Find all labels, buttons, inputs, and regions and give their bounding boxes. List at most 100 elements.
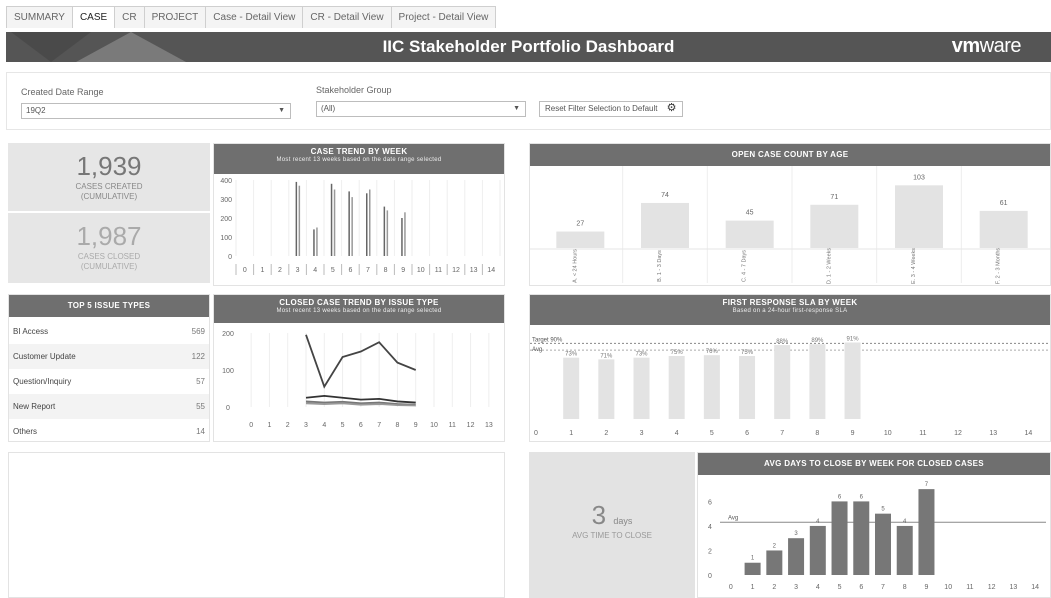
issue-row[interactable]: Question/Inquiry 57 <box>9 369 209 394</box>
open-case-age-title: OPEN CASE COUNT BY AGE <box>731 150 849 159</box>
issue-row[interactable]: Customer Update 122 <box>9 344 209 369</box>
date-range-select[interactable]: 19Q2 ▼ <box>21 103 291 119</box>
avg-days-chart: 0246Avg0 11223344566675849710 11 12 13 14 <box>708 482 1046 591</box>
filter-bar: Created Date Range 19Q2 ▼ Stakeholder Gr… <box>6 72 1051 130</box>
avg-label: Avg <box>532 347 542 353</box>
y-tick-label: 2 <box>708 548 712 555</box>
bar-value-label: 74 <box>661 192 669 199</box>
days-bar <box>831 501 848 575</box>
trend-bar <box>333 189 336 256</box>
issue-row[interactable]: New Report 55 <box>9 394 209 419</box>
x-tick-label: 2 <box>286 422 290 429</box>
x-tick-label: 7 <box>366 267 370 274</box>
x-tick-label: 9 <box>401 267 405 274</box>
sla-title: FIRST RESPONSE SLA BY WEEK <box>722 298 858 307</box>
cases-created-sublabel: (CUMULATIVE) <box>80 192 138 201</box>
y-tick-label: 400 <box>220 178 232 185</box>
closed-trend-panel: CLOSED CASE TREND BY ISSUE TYPE Most rec… <box>213 294 505 442</box>
x-tick-label: 8 <box>395 422 399 429</box>
bar-value-label: 5 <box>881 507 885 513</box>
tab-case[interactable]: CASE <box>71 6 116 28</box>
stakeholder-group-label: Stakeholder Group <box>316 85 392 95</box>
sla-subtitle: Based on a 24-hour first-response SLA <box>732 308 848 314</box>
tab-cr-detail-view[interactable]: CR - Detail View <box>302 6 392 28</box>
case-trend-title: CASE TREND BY WEEK <box>310 147 408 156</box>
issue-name: New Report <box>13 402 56 411</box>
bar-value-label: 75% <box>671 350 684 356</box>
x-tick-label: 12 <box>954 430 962 437</box>
cases-created-label: CASES CREATED <box>75 182 143 191</box>
x-category-label: E. 3 - 4 Weeks <box>911 248 917 284</box>
x-tick-label: 14 <box>1031 584 1039 591</box>
x-tick-label: 3 <box>304 422 308 429</box>
age-bar <box>641 202 689 248</box>
cases-closed-sublabel: (CUMULATIVE) <box>80 262 138 271</box>
age-bar <box>810 204 859 248</box>
tab-project[interactable]: PROJECT <box>143 6 207 28</box>
gear-icon: ⚙ <box>666 102 677 114</box>
bar-value-label: 61 <box>1000 200 1008 207</box>
open-case-age-chart: 27 A. < 24 Hours 74 B. 1 - 3 Days 45 C. 4 - 7… <box>530 166 1050 284</box>
bar-value-label: 76% <box>706 349 719 355</box>
sla-panel: FIRST RESPONSE SLA BY WEEK Based on a 24… <box>529 294 1051 442</box>
bar-value-label: 45 <box>746 210 754 217</box>
bar-value-label: 7 <box>925 482 929 488</box>
sla-header: FIRST RESPONSE SLA BY WEEK Based on a 24… <box>530 295 1050 325</box>
x-tick-label: 5 <box>331 267 335 274</box>
stakeholder-group-value: (All) <box>321 104 336 113</box>
case-trend-panel: CASE TREND BY WEEK Most recent 13 weeks … <box>213 143 505 286</box>
top-issues-header: TOP 5 ISSUE TYPES <box>9 295 209 317</box>
x-tick-label: 14 <box>487 267 495 274</box>
trend-bar <box>295 181 298 256</box>
closed-trend-header: CLOSED CASE TREND BY ISSUE TYPE Most rec… <box>214 295 504 323</box>
y-tick-label: 4 <box>708 524 712 531</box>
trend-bar <box>351 197 353 256</box>
age-bar <box>895 185 943 248</box>
tab-summary[interactable]: SUMMARY <box>6 6 73 28</box>
bar-value-label: 2 <box>773 543 777 549</box>
tab-cr[interactable]: CR <box>114 6 145 28</box>
case-trend-chart: 01002003004000 1 2 3 4 5 6 7 8 9 10 11 12 13 14 <box>220 178 501 275</box>
chevron-down-icon: ▼ <box>278 107 285 114</box>
tab-project-detail-view[interactable]: Project - Detail View <box>390 6 497 28</box>
x-tick-label: 11 <box>966 584 973 591</box>
reset-filters-button[interactable]: Reset Filter Selection to Default ⚙ <box>539 101 683 117</box>
avg-days-title: AVG DAYS TO CLOSE BY WEEK FOR CLOSED CAS… <box>764 459 984 468</box>
header-banner: IIC Stakeholder Portfolio Dashboard vmwa… <box>6 32 1051 62</box>
x-tick-label: 10 <box>430 422 438 429</box>
issue-row[interactable]: BI Access 569 <box>9 319 209 344</box>
issue-count: 14 <box>196 427 205 436</box>
trend-bar <box>330 183 333 256</box>
case-trend-subtitle: Most recent 13 weeks based on the date r… <box>276 157 442 163</box>
sla-bar <box>774 345 791 419</box>
date-range-label: Created Date Range <box>21 87 104 97</box>
x-tick-label: 1 <box>267 422 271 429</box>
days-bar <box>918 489 935 575</box>
days-bar <box>766 550 783 575</box>
bar-value-label: 73% <box>565 352 578 358</box>
x-tick-label: 2 <box>772 584 776 591</box>
issue-name: Others <box>13 427 38 436</box>
avg-days-header: AVG DAYS TO CLOSE BY WEEK FOR CLOSED CAS… <box>698 453 1050 475</box>
bar-value-label: 89% <box>811 338 824 344</box>
bar-value-label: 71% <box>600 353 613 359</box>
trend-bar <box>298 185 301 256</box>
sla-bar <box>809 344 826 419</box>
x-tick-label: 7 <box>377 422 381 429</box>
bar-value-label: 3 <box>794 531 798 537</box>
target-label: Target 90% <box>532 337 563 343</box>
y-tick-label: 200 <box>220 216 232 223</box>
stakeholder-group-select[interactable]: (All) ▼ <box>316 101 526 117</box>
bar-value-label: 88% <box>776 339 789 345</box>
tab-case-detail-view[interactable]: Case - Detail View <box>205 6 304 28</box>
x-tick-label: 1 <box>569 430 573 437</box>
issue-row[interactable]: Others 14 <box>9 419 209 444</box>
x-tick-label: 0 <box>729 584 733 591</box>
x-tick-label: 8 <box>815 430 819 437</box>
y-tick-label: 100 <box>220 235 232 242</box>
x-tick-label: 3 <box>640 430 644 437</box>
x-tick-label: 7 <box>780 430 784 437</box>
y-tick-label: 0 <box>708 573 712 580</box>
chevron-down-icon: ▼ <box>513 105 520 112</box>
tab-bar: SUMMARY CASE CR PROJECT Case - Detail View CR… <box>6 6 497 28</box>
